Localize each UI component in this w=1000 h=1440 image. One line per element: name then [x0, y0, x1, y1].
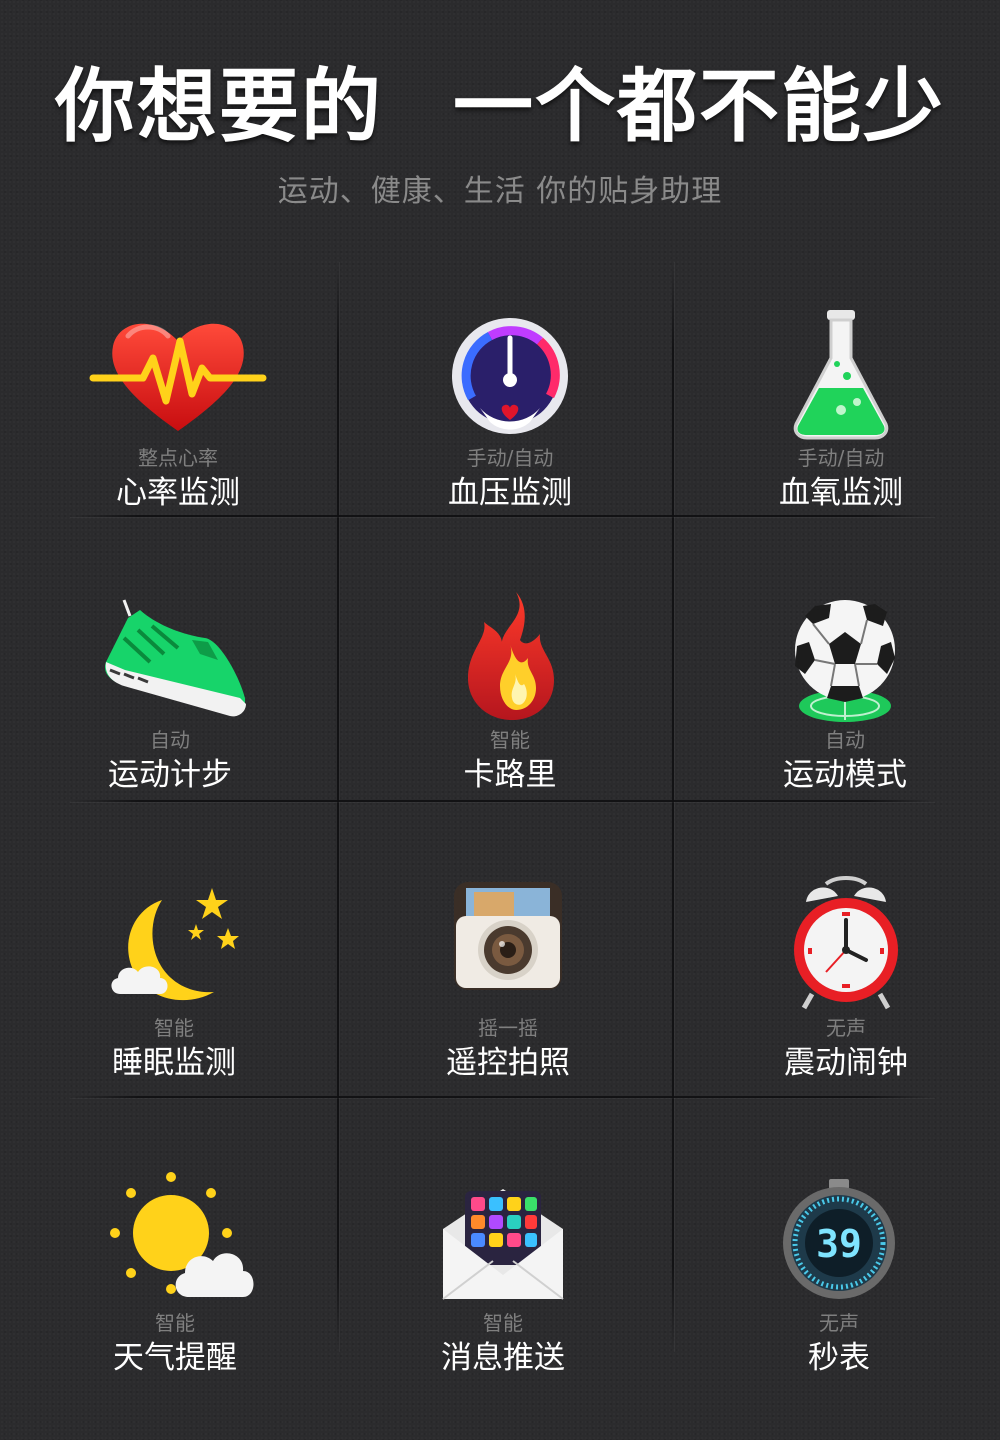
feature-subtitle: 无声 — [826, 1016, 866, 1040]
feature-grid: 整点心率 心率监测 手动/自动 血压监测 手动/自动 血氧监测 自动 运动计步 … — [0, 0, 1000, 1440]
feature-heart-rate: 整点心率 心率监测 — [13, 268, 343, 558]
sneaker-icon — [80, 588, 260, 728]
feature-label: 震动闹钟 — [784, 1045, 908, 1081]
feature-step-counter: 自动 运动计步 — [5, 550, 335, 840]
heart-rate-icon — [88, 306, 268, 446]
feature-subtitle: 摇一摇 — [478, 1016, 538, 1040]
feature-label: 卡路里 — [463, 757, 557, 793]
feature-label: 血压监测 — [448, 475, 572, 511]
feature-sport-mode: 自动 运动模式 — [680, 550, 1000, 840]
feature-blood-oxygen: 手动/自动 血氧监测 — [676, 268, 1000, 558]
stopwatch-icon: 39 — [749, 1171, 929, 1311]
envelope-apps-icon — [413, 1171, 593, 1311]
feature-subtitle: 自动 — [825, 728, 865, 752]
sun-cloud-icon — [85, 1171, 265, 1311]
feature-remote-camera: 摇一摇 遥控拍照 — [343, 838, 673, 1128]
flask-icon — [751, 306, 931, 446]
feature-blood-pressure: 手动/自动 血压监测 — [345, 268, 675, 558]
feature-subtitle: 手动/自动 — [466, 446, 554, 470]
feature-subtitle: 智能 — [483, 1311, 523, 1335]
stopwatch-readout: 39 — [816, 1222, 862, 1266]
feature-vibration-alarm: 无声 震动闹钟 — [681, 838, 1000, 1128]
feature-label: 秒表 — [808, 1340, 870, 1376]
feature-label: 心率监测 — [116, 475, 240, 511]
feature-subtitle: 无声 — [819, 1311, 859, 1335]
feature-label: 消息推送 — [441, 1340, 565, 1376]
soccer-ball-icon — [755, 588, 935, 728]
feature-subtitle: 整点心率 — [138, 446, 218, 470]
feature-label: 睡眠监测 — [112, 1045, 236, 1081]
feature-subtitle: 自动 — [150, 728, 190, 752]
feature-label: 遥控拍照 — [446, 1045, 570, 1081]
blood-pressure-gauge-icon — [420, 306, 600, 446]
flame-icon — [420, 588, 600, 728]
feature-subtitle: 手动/自动 — [797, 446, 885, 470]
feature-label: 天气提醒 — [113, 1340, 237, 1376]
feature-message-push: 智能 消息推送 — [338, 1133, 668, 1423]
moon-stars-icon — [84, 876, 264, 1016]
feature-calories: 智能 卡路里 — [345, 550, 675, 840]
camera-icon — [418, 876, 598, 1016]
feature-weather: 智能 天气提醒 — [10, 1133, 340, 1423]
feature-stopwatch: 39 无声 秒表 — [674, 1133, 1000, 1423]
feature-label: 运动模式 — [783, 757, 907, 793]
feature-subtitle: 智能 — [155, 1311, 195, 1335]
alarm-clock-icon — [756, 876, 936, 1016]
feature-label: 运动计步 — [108, 757, 232, 793]
feature-subtitle: 智能 — [154, 1016, 194, 1040]
feature-sleep: 智能 睡眠监测 — [9, 838, 339, 1128]
feature-label: 血氧监测 — [779, 475, 903, 511]
feature-subtitle: 智能 — [490, 728, 530, 752]
